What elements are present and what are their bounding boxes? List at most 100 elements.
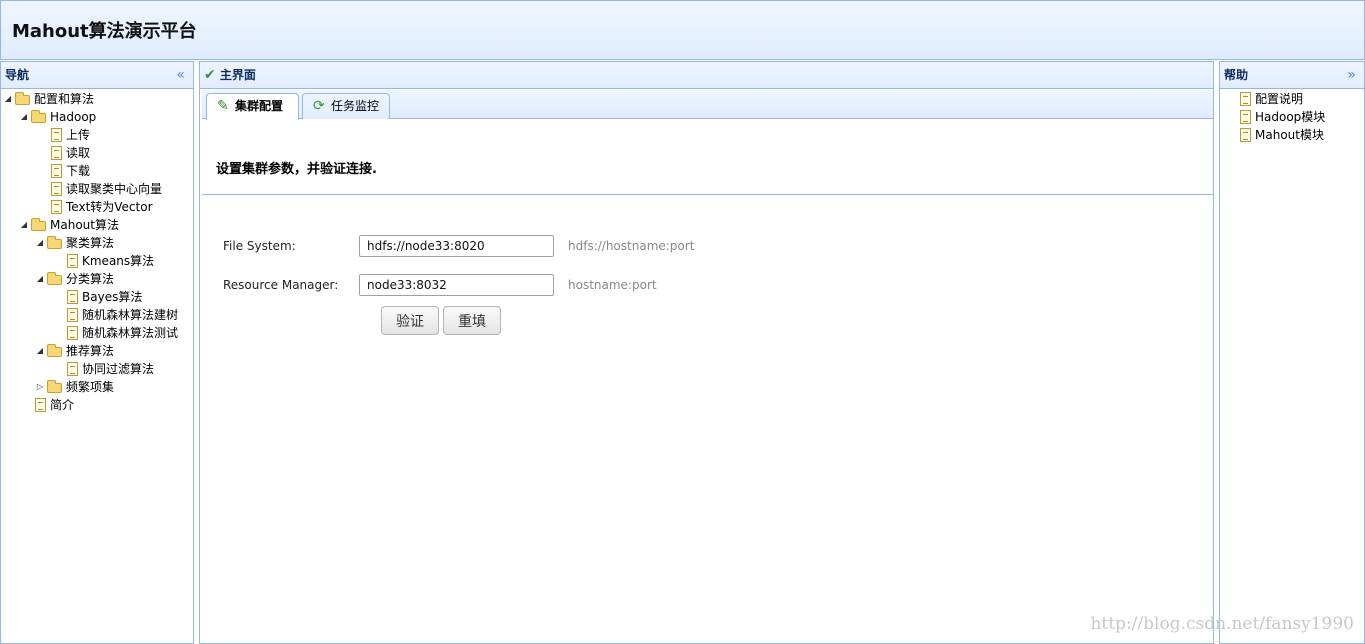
file-icon (51, 182, 62, 196)
refresh-icon: ⟳ (313, 98, 325, 114)
main-panel-header: ✔ 主界面 (200, 62, 1213, 89)
file-system-label: File System: (223, 239, 296, 253)
folder-icon (47, 380, 62, 393)
help-panel-title: 帮助 (1224, 68, 1249, 82)
main-panel: ✔ 主界面 ✎ 集群配置 ⟳ 任务监控 设置集群参数，并验证连接. File S… (199, 61, 1214, 644)
tree-node[interactable]: 简介 (1, 396, 193, 414)
folder-icon (15, 92, 30, 105)
tree-node[interactable]: 读取 (1, 144, 193, 162)
expanded-arrow-icon[interactable]: ◢ (3, 90, 13, 108)
tab-task-monitor[interactable]: ⟳ 任务监控 (302, 93, 390, 119)
expanded-arrow-icon[interactable]: ◢ (19, 216, 29, 234)
tree-node[interactable]: Hadoop模块 (1220, 108, 1364, 126)
collapse-left-icon[interactable]: « (176, 62, 185, 88)
reset-button[interactable]: 重填 (443, 306, 501, 335)
tree-node[interactable]: 读取聚类中心向量 (1, 180, 193, 198)
tree-node-label: 协同过滤算法 (82, 362, 155, 376)
tree-node[interactable]: Text转为Vector (1, 198, 193, 216)
file-icon (67, 254, 78, 268)
tree-node[interactable]: 下载 (1, 162, 193, 180)
tree-node-label: Hadoop模块 (1255, 110, 1326, 124)
tree-node-label: 随机森林算法建树 (82, 308, 179, 322)
tree-node[interactable]: ◢ 配置和算法 (1, 90, 193, 108)
tree-node-label: Mahout模块 (1255, 128, 1324, 142)
tree-node-label: 分类算法 (66, 272, 115, 286)
resource-manager-hint: hostname:port (568, 278, 657, 292)
checkmark-icon: ✔ (204, 67, 216, 83)
file-system-hint: hdfs://hostname:port (568, 239, 695, 253)
tree-node[interactable]: ◢ 聚类算法 (1, 234, 193, 252)
tree-node[interactable]: ◢ Hadoop (1, 108, 193, 126)
file-icon (67, 308, 78, 322)
tree-node[interactable]: Mahout模块 (1220, 126, 1364, 144)
file-icon (67, 362, 78, 376)
tree-node[interactable]: Bayes算法 (1, 288, 193, 306)
file-icon (1240, 92, 1251, 106)
watermark: http://blog.csdn.net/fansy1990 (1090, 614, 1354, 634)
expanded-arrow-icon[interactable]: ◢ (35, 234, 45, 252)
folder-icon (47, 344, 62, 357)
folder-icon (47, 236, 62, 249)
resource-manager-input[interactable] (359, 274, 554, 296)
navigation-tree: ◢ 配置和算法 ◢ Hadoop 上传读取下载读取聚类中心向量 Text转为Vector ◢… (1, 89, 193, 414)
app-header: Mahout算法演示平台 (0, 0, 1365, 60)
file-icon (67, 290, 78, 304)
folder-icon (31, 110, 46, 123)
file-icon (51, 146, 62, 160)
tree-node[interactable]: 随机森林算法建树 (1, 306, 193, 324)
tab-task-monitor-label: 任务监控 (331, 99, 380, 113)
tree-node-label: 随机森林算法测试 (82, 326, 179, 340)
tree-node-label: 推荐算法 (66, 344, 115, 358)
tree-node-label: 读取 (66, 146, 91, 160)
file-icon (51, 200, 62, 214)
navigation-panel-title: 导航 (5, 68, 30, 82)
tree-node-label: Bayes算法 (82, 290, 143, 304)
navigation-panel-header: 导航 « (1, 62, 193, 89)
file-icon (67, 326, 78, 340)
folder-icon (31, 218, 46, 231)
tree-node-label: 下载 (66, 164, 91, 178)
file-icon (51, 164, 62, 178)
tree-node-label: 配置说明 (1255, 92, 1304, 106)
folder-icon (47, 272, 62, 285)
file-icon (1240, 110, 1251, 124)
expanded-arrow-icon[interactable]: ◢ (19, 108, 29, 126)
tree-node[interactable]: 随机森林算法测试 (1, 324, 193, 342)
tree-node[interactable]: 协同过滤算法 (1, 360, 193, 378)
tree-node[interactable]: Kmeans算法 (1, 252, 193, 270)
tree-node-label: 上传 (66, 128, 91, 142)
help-panel-header: 帮助 » (1220, 62, 1364, 89)
tree-node-label: 聚类算法 (66, 236, 115, 250)
tree-node[interactable]: ◢ 推荐算法 (1, 342, 193, 360)
tree-node[interactable]: 上传 (1, 126, 193, 144)
pencil-icon: ✎ (217, 98, 229, 114)
help-tree: 配置说明 Hadoop模块 Mahout模块 (1220, 89, 1364, 144)
tab-cluster-config[interactable]: ✎ 集群配置 (206, 93, 299, 120)
file-system-input[interactable] (359, 235, 554, 257)
tree-node-label: Kmeans算法 (82, 254, 155, 268)
expanded-arrow-icon[interactable]: ◢ (35, 270, 45, 288)
tree-node[interactable]: ◢ 分类算法 (1, 270, 193, 288)
collapsed-arrow-icon[interactable]: ▷ (35, 378, 45, 396)
tree-node-label: 简介 (50, 398, 75, 412)
expanded-arrow-icon[interactable]: ◢ (35, 342, 45, 360)
tree-node[interactable]: 配置说明 (1220, 90, 1364, 108)
tree-node-label: Hadoop (50, 110, 97, 124)
main-panel-title: 主界面 (219, 68, 256, 82)
tree-node-label: Text转为Vector (66, 200, 153, 214)
file-icon (35, 398, 46, 412)
tree-node-label: Mahout算法 (50, 218, 119, 232)
tab-cluster-config-label: 集群配置 (235, 99, 284, 113)
form-description: 设置集群参数，并验证连接. (216, 162, 377, 177)
verify-button[interactable]: 验证 (381, 306, 439, 335)
file-icon (1240, 128, 1251, 142)
tree-node-label: 配置和算法 (34, 92, 95, 106)
collapse-right-icon[interactable]: » (1347, 62, 1356, 88)
navigation-panel: 导航 « ◢ 配置和算法 ◢ Hadoop 上传读取下载读取聚类中心向量 Text转为Ve… (0, 61, 194, 644)
help-panel: 帮助 » 配置说明 Hadoop模块 Mahout模块 (1219, 61, 1365, 644)
resource-manager-label: Resource Manager: (223, 278, 339, 292)
tree-node-label: 读取聚类中心向量 (66, 182, 163, 196)
tree-node[interactable]: ◢ Mahout算法 (1, 216, 193, 234)
tree-node[interactable]: ▷ 频繁项集 (1, 378, 193, 396)
tab-strip: ✎ 集群配置 ⟳ 任务监控 (202, 90, 1213, 120)
